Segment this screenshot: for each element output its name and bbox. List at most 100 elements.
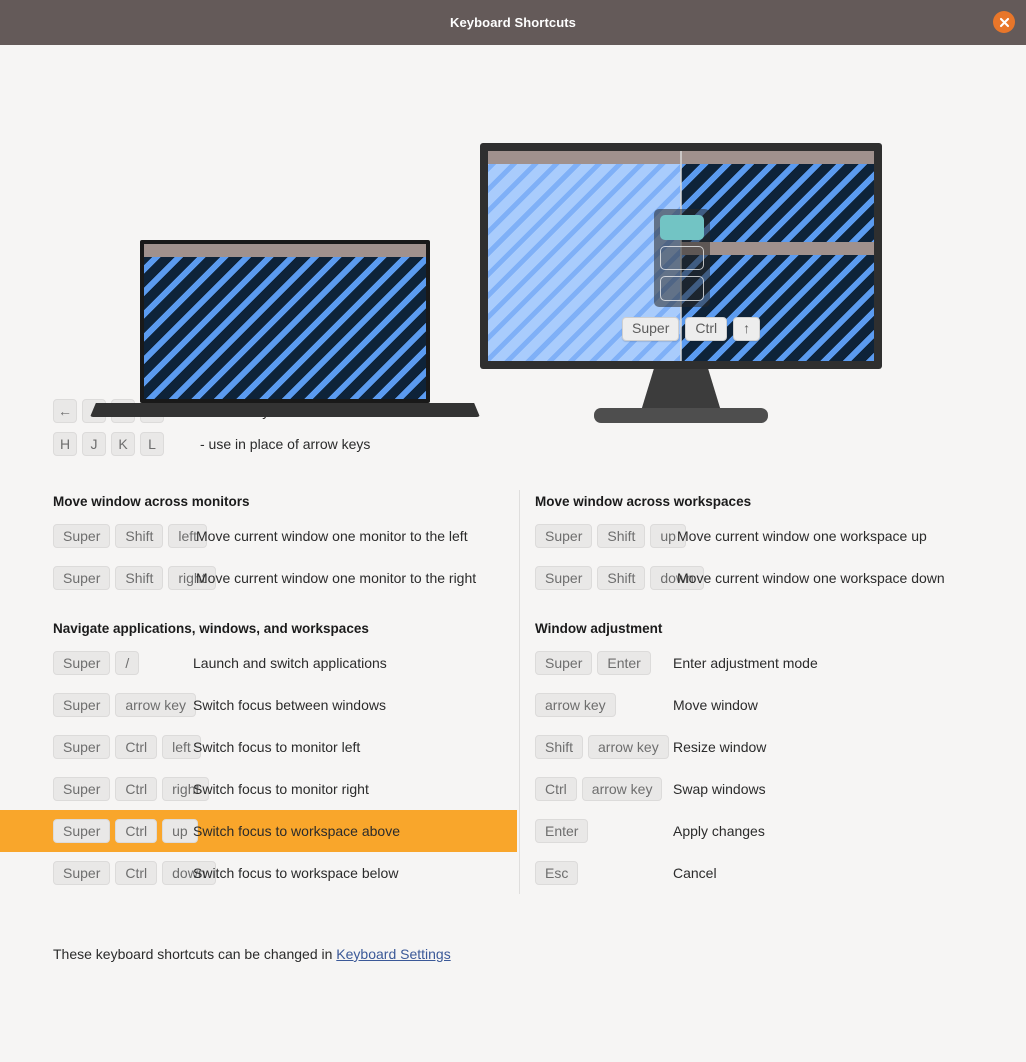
key-enter: Enter xyxy=(597,651,651,675)
shortcut-description: Move window xyxy=(673,697,758,713)
shortcut-keys: Ctrl arrow key xyxy=(535,777,673,801)
shortcut-row[interactable]: Super / Launch and switch applications xyxy=(53,642,513,684)
key-super: Super xyxy=(53,566,111,590)
key-slash: / xyxy=(115,651,140,675)
shortcut-row[interactable]: Esc Cancel xyxy=(535,852,1026,894)
shortcuts-column-right: Move window across workspaces Super Shif… xyxy=(513,490,1026,910)
shortcut-description: Cancel xyxy=(673,865,717,881)
shortcut-row[interactable]: Ctrl arrow key Swap windows xyxy=(535,768,1026,810)
laptop-base xyxy=(90,403,480,417)
shortcut-row-selected[interactable]: Super Ctrl up Switch focus to workspace … xyxy=(0,810,517,852)
shortcut-row[interactable]: Super Shift right Move current window on… xyxy=(53,557,513,599)
shortcut-row[interactable]: Enter Apply changes xyxy=(535,810,1026,852)
shortcut-keys: Super / xyxy=(53,651,193,675)
shortcut-keys: Super Ctrl up xyxy=(53,819,198,843)
key-shift: Shift xyxy=(115,566,164,590)
legend-row-hjkl: H J K L - use in place of arrow keys xyxy=(53,428,1026,460)
key-super: Super xyxy=(53,777,111,801)
shortcut-description: Switch focus between windows xyxy=(193,697,386,713)
key-h: H xyxy=(53,432,77,456)
shortcut-row[interactable]: Super Ctrl right Switch focus to monitor… xyxy=(53,768,513,810)
group-window-adjustment: Window adjustment Super Enter Enter adju… xyxy=(535,617,1026,894)
workspace-thumbnail xyxy=(660,245,704,271)
shortcut-description: Resize window xyxy=(673,739,767,755)
keyboard-settings-link[interactable]: Keyboard Settings xyxy=(336,946,450,962)
key-arrow-key: arrow key xyxy=(581,777,663,801)
shortcut-row[interactable]: Shift arrow key Resize window xyxy=(535,726,1026,768)
key-arrow-key: arrow key xyxy=(115,693,197,717)
shortcut-row[interactable]: Super Enter Enter adjustment mode xyxy=(535,642,1026,684)
monitor-bezel: Super Ctrl ↑ xyxy=(480,143,882,369)
shortcut-description: Move current window one workspace up xyxy=(677,528,927,544)
laptop-screen xyxy=(144,244,426,399)
shortcut-keys: Shift arrow key xyxy=(535,735,673,759)
key-super: Super xyxy=(53,819,111,843)
shortcut-description: Move current window one monitor to the r… xyxy=(196,570,477,586)
keyboard-shortcuts-window: Keyboard Shortcuts Super Ctrl ↑ ← H J K … xyxy=(0,0,1026,1062)
shortcut-illustration: Super Ctrl ↑ xyxy=(0,45,1026,423)
group-title: Navigate applications, windows, and work… xyxy=(53,621,369,636)
shortcut-keys: Super Shift up xyxy=(535,524,686,548)
key-arrow-key: arrow key xyxy=(588,735,669,759)
group-navigate-applications: Navigate applications, windows, and work… xyxy=(0,617,517,894)
shortcut-row[interactable]: Super Shift up Move current window one w… xyxy=(535,515,1026,557)
shortcut-description: Switch focus to workspace below xyxy=(193,865,399,881)
overlay-key-hints: Super Ctrl ↑ xyxy=(622,317,761,342)
key-shift: Shift xyxy=(597,566,646,590)
workspace-thumbnail xyxy=(660,276,704,302)
key-ctrl: Ctrl xyxy=(115,861,158,885)
close-button[interactable] xyxy=(993,11,1015,33)
key-shift: Shift xyxy=(115,524,164,548)
key-super: Super xyxy=(53,861,111,885)
key-super: Super xyxy=(53,524,111,548)
shortcut-keys: Super Shift down xyxy=(535,566,704,590)
workspace-thumbnail-active xyxy=(660,215,704,240)
key-esc: Esc xyxy=(535,861,579,885)
key-shift: Shift xyxy=(535,735,584,759)
key-super: Super xyxy=(535,651,593,675)
shortcut-keys: Super Ctrl left xyxy=(53,735,201,759)
shortcut-description: Switch focus to workspace above xyxy=(193,823,400,839)
laptop-lid xyxy=(140,240,430,403)
key-enter: Enter xyxy=(535,819,589,843)
key-j: J xyxy=(82,432,106,456)
laptop-illustration xyxy=(90,155,480,425)
monitor-stand-neck xyxy=(641,369,721,411)
group-title: Window adjustment xyxy=(535,621,663,636)
shortcut-description: Move current window one workspace down xyxy=(677,570,945,586)
key-l: L xyxy=(140,432,164,456)
shortcut-description: Enter adjustment mode xyxy=(673,655,818,671)
column-divider xyxy=(519,490,520,894)
shortcut-keys: Super arrow key xyxy=(53,693,197,717)
shortcuts-column-left: Move window across monitors Super Shift … xyxy=(0,490,517,910)
monitor-stand-base xyxy=(594,408,768,423)
shortcut-row[interactable]: Super Ctrl down Switch focus to workspac… xyxy=(53,852,513,894)
key-shift: Shift xyxy=(597,524,646,548)
shortcut-description: Switch focus to monitor left xyxy=(193,739,361,755)
shortcut-row[interactable]: arrow key Move window xyxy=(535,684,1026,726)
shortcut-row[interactable]: Super Shift down Move current window one… xyxy=(535,557,1026,599)
shortcut-row[interactable]: Super arrow key Switch focus between win… xyxy=(53,684,513,726)
monitor-left-window-titlebar xyxy=(488,151,681,164)
key-super: Super xyxy=(53,693,111,717)
group-move-window-across-workspaces: Move window across workspaces Super Shif… xyxy=(535,490,1026,599)
key-super: Super xyxy=(53,651,111,675)
shortcut-description: Switch focus to monitor right xyxy=(193,781,369,797)
group-title: Move window across workspaces xyxy=(535,494,752,509)
key-k: K xyxy=(111,432,135,456)
shortcut-keys: Esc xyxy=(535,861,673,885)
shortcut-row[interactable]: Super Ctrl left Switch focus to monitor … xyxy=(53,726,513,768)
key-super: Super xyxy=(535,566,593,590)
key-super: Super xyxy=(53,735,111,759)
monitor-right-window-titlebar-top xyxy=(681,151,874,164)
monitor-screen: Super Ctrl ↑ xyxy=(488,151,874,361)
group-title: Move window across monitors xyxy=(53,494,250,509)
laptop-window-titlebar xyxy=(144,244,426,257)
key-ctrl: Ctrl xyxy=(535,777,577,801)
shortcut-keys: Enter xyxy=(535,819,673,843)
overlay-key-up-arrow: ↑ xyxy=(733,317,761,342)
shortcut-description: Move current window one monitor to the l… xyxy=(196,528,468,544)
footer-text: These keyboard shortcuts can be changed … xyxy=(53,946,337,962)
shortcut-row[interactable]: Super Shift left Move current window one… xyxy=(53,515,513,557)
shortcuts-columns: Move window across monitors Super Shift … xyxy=(0,490,1026,910)
